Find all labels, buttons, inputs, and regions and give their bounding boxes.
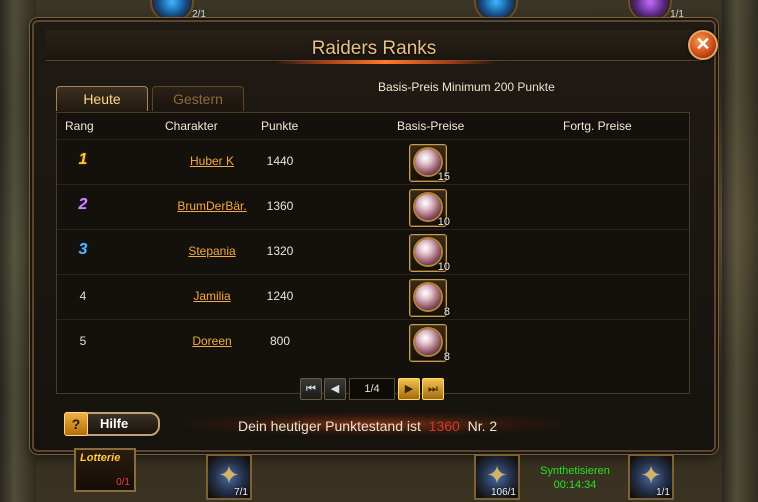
bottom-slot-3[interactable]: ✦ 1/1 bbox=[628, 454, 674, 500]
rank-number: 5 bbox=[79, 334, 87, 348]
col-rank: Rang bbox=[65, 119, 94, 133]
base-prize-value: 200 Punkte bbox=[494, 80, 555, 94]
last-page-button[interactable]: ⏭ bbox=[422, 378, 444, 400]
points-value: 1440 bbox=[266, 154, 294, 168]
table-header: Rang Charakter Punkte Basis-Preise Fortg… bbox=[57, 113, 689, 139]
pearl-icon bbox=[415, 329, 441, 355]
close-button[interactable]: ✕ bbox=[688, 30, 718, 60]
score-value: 1360 bbox=[428, 418, 460, 434]
question-icon: ? bbox=[64, 412, 88, 436]
prize-slot[interactable]: 8 bbox=[409, 324, 450, 363]
bottom-slot-2[interactable]: ✦ 106/1 bbox=[474, 454, 520, 500]
title-ornament bbox=[276, 60, 496, 64]
next-page-button[interactable]: ▶ bbox=[398, 378, 420, 400]
prize-quantity: 15 bbox=[437, 171, 450, 183]
pagination: ⏮ ◀ 1/4 ▶ ⏭ bbox=[34, 378, 714, 400]
prize-slot[interactable]: 10 bbox=[409, 234, 450, 273]
prize-quantity: 8 bbox=[443, 306, 450, 318]
rank-number: 4 bbox=[79, 289, 87, 303]
rank-badge: 2 bbox=[78, 196, 88, 213]
slot-count: 7/1 bbox=[234, 487, 248, 498]
prize-slot[interactable]: 10 bbox=[409, 189, 450, 228]
lottery-button[interactable]: Lotterie 0/1 bbox=[74, 448, 136, 492]
points-value: 1320 bbox=[266, 244, 294, 258]
col-base-prizes: Basis-Preise bbox=[397, 119, 465, 133]
score-rank: Nr. 2 bbox=[467, 418, 498, 434]
left-pillar bbox=[0, 0, 36, 502]
page-indicator: 1/4 bbox=[349, 378, 395, 400]
window-title: Raiders Ranks bbox=[311, 38, 437, 59]
synth-label: Synthetisieren bbox=[540, 465, 610, 477]
rank-badge: 3 bbox=[78, 241, 88, 258]
help-label: Hilfe bbox=[100, 416, 129, 431]
shield-icon: ✦ bbox=[218, 460, 240, 490]
star-icon: ✦ bbox=[486, 460, 508, 490]
prize-slot[interactable]: 8 bbox=[409, 279, 450, 318]
tab-heute[interactable]: Heute bbox=[56, 86, 148, 111]
points-value: 1240 bbox=[266, 289, 294, 303]
table-row: 5 Doreen 800 8 bbox=[57, 319, 689, 364]
col-advanced-prizes: Fortg. Preise bbox=[563, 119, 632, 133]
title-bar[interactable]: Raiders Ranks bbox=[46, 30, 702, 64]
prize-slot[interactable]: 15 bbox=[409, 144, 450, 183]
table-row: 2 BrumDerBär. 1360 10 bbox=[57, 184, 689, 229]
base-prize-info: Basis-Preis Minimum 200 Punkte bbox=[378, 80, 555, 94]
score-prefix: Dein heutiger Punktestand ist bbox=[238, 418, 421, 434]
col-points: Punkte bbox=[261, 119, 299, 133]
base-prize-label: Basis-Preis Minimum bbox=[378, 80, 491, 94]
prize-quantity: 10 bbox=[437, 216, 450, 228]
pearl-icon bbox=[415, 284, 441, 310]
synth-timer: 00:14:34 bbox=[553, 479, 597, 491]
score-summary: Dein heutiger Punktestand ist 1360 Nr. 2 bbox=[238, 418, 497, 434]
right-pillar bbox=[722, 0, 758, 502]
col-character: Charakter bbox=[165, 119, 218, 133]
slot-count: 106/1 bbox=[490, 487, 516, 498]
tab-gestern[interactable]: Gestern bbox=[152, 86, 244, 111]
synthesis-status[interactable]: Synthetisieren 00:14:34 bbox=[530, 464, 620, 492]
points-value: 1360 bbox=[266, 199, 294, 213]
help-button[interactable]: ? Hilfe bbox=[64, 412, 160, 436]
top-orb-count: 2/1 bbox=[192, 9, 206, 20]
table-row: 4 Jamilia 1240 8 bbox=[57, 274, 689, 319]
bottom-slot-1[interactable]: ✦ 7/1 bbox=[206, 454, 252, 500]
slot-count: 1/1 bbox=[656, 487, 670, 498]
crest-icon: ✦ bbox=[640, 460, 662, 490]
table-row: 3 Stepania 1320 10 bbox=[57, 229, 689, 274]
prev-page-button[interactable]: ◀ bbox=[324, 378, 346, 400]
table-row: 1 Huber K 1440 15 bbox=[57, 139, 689, 184]
rank-badge: 1 bbox=[78, 151, 88, 168]
points-value: 800 bbox=[269, 334, 291, 348]
first-page-button[interactable]: ⏮ bbox=[300, 378, 322, 400]
prize-quantity: 8 bbox=[443, 351, 450, 363]
lottery-label: Lotterie bbox=[80, 452, 121, 464]
ranking-table: Rang Charakter Punkte Basis-Preise Fortg… bbox=[56, 112, 690, 394]
raiders-ranks-window: Raiders Ranks ✕ Heute Gestern Basis-Prei… bbox=[32, 20, 718, 452]
top-orb-count: 1/1 bbox=[670, 9, 684, 20]
prize-quantity: 10 bbox=[437, 261, 450, 273]
lottery-count: 0/1 bbox=[116, 477, 130, 488]
